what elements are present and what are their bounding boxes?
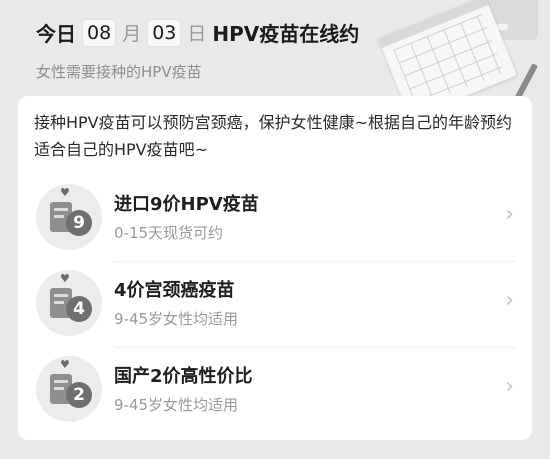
vaccine-item-4[interactable]: ♥ 4 4价宫颈癌疫苗 9-45岁女性均适用 › [18, 262, 532, 348]
badge-number: 4 [66, 296, 92, 322]
vaccine-9-icon: ♥ 9 [36, 184, 102, 250]
vaccine-card: 接种HPV疫苗可以预防宫颈癌，保护女性健康~根据自己的年龄预约适合自己的HPV疫… [18, 96, 532, 440]
chevron-right-icon: › [505, 202, 514, 227]
heart-icon: ♥ [60, 272, 70, 285]
page-subtitle: 女性需要接种的HPV疫苗 [36, 63, 202, 81]
vaccine-subtitle: 9-45岁女性均适用 [114, 310, 239, 328]
vaccine-title: 国产2价高性价比 [114, 366, 253, 387]
day-box: 03 [147, 18, 182, 47]
month-unit: 月 [122, 23, 142, 45]
title-text: HPV疫苗在线约 [212, 22, 360, 46]
vaccine-4-icon: ♥ 4 [36, 270, 102, 336]
description-text: 接种HPV疫苗可以预防宫颈癌，保护女性健康~根据自己的年龄预约适合自己的HPV疫… [34, 113, 513, 159]
vaccine-subtitle: 9-45岁女性均适用 [114, 396, 239, 414]
heart-icon: ♥ [60, 358, 70, 371]
chevron-right-icon: › [505, 288, 514, 313]
vaccine-title: 4价宫颈癌疫苗 [114, 280, 235, 301]
badge-number: 9 [66, 210, 92, 236]
chevron-right-icon: › [505, 374, 514, 399]
month-box: 08 [82, 18, 117, 47]
hpv-vaccine-page: 今日 08 月 03 日 HPV疫苗在线约 女性需要接种的HPV疫苗 接种HPV… [0, 0, 550, 459]
day-unit: 日 [187, 23, 207, 45]
vaccine-2-icon: ♥ 2 [36, 356, 102, 422]
badge-number: 2 [66, 382, 92, 408]
vaccine-title: 进口9价HPV疫苗 [114, 194, 259, 215]
heart-icon: ♥ [60, 186, 70, 199]
vaccine-subtitle: 0-15天现货可约 [114, 224, 224, 242]
page-title: 今日 08 月 03 日 HPV疫苗在线约 [36, 18, 359, 47]
today-label: 今日 [36, 22, 76, 46]
vaccine-item-9[interactable]: ♥ 9 进口9价HPV疫苗 0-15天现货可约 › [18, 176, 532, 262]
calendar-illustration [360, 0, 550, 110]
vaccine-item-2[interactable]: ♥ 2 国产2价高性价比 9-45岁女性均适用 › [18, 348, 532, 434]
